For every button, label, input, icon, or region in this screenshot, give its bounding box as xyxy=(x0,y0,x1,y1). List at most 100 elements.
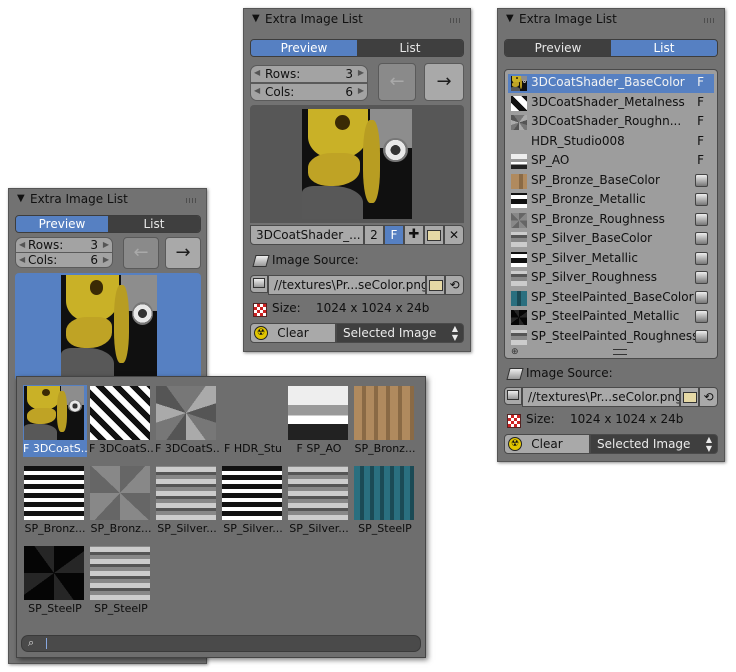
image-picker-item[interactable]: SP_Bronz... xyxy=(89,465,153,537)
pack-icon[interactable] xyxy=(695,310,708,323)
image-picker-item[interactable]: F HDR_Stu xyxy=(221,385,285,457)
list-item[interactable]: HDR_Studio008 F xyxy=(508,133,714,152)
list-item[interactable]: SP_SteelPainted_BaseColor xyxy=(508,289,714,308)
image-picker-item[interactable]: SP_Bronz... xyxy=(353,385,417,457)
selected-image-dropdown[interactable]: Selected Image ▲ ▼ xyxy=(336,323,464,343)
image-picker-item[interactable]: SP_Silver... xyxy=(221,465,285,537)
increment-icon[interactable]: ▶ xyxy=(358,84,364,98)
browse-file-button[interactable] xyxy=(680,387,699,407)
drag-grip-icon[interactable] xyxy=(186,198,198,203)
preview-image[interactable] xyxy=(61,275,157,379)
pack-icon[interactable] xyxy=(695,232,708,245)
drag-grip-icon[interactable] xyxy=(450,18,462,23)
image-picker-item[interactable]: SP_Bronz... xyxy=(23,465,87,537)
pack-icon[interactable] xyxy=(695,251,708,265)
image-name-field[interactable]: 3DCoatShader_... xyxy=(250,225,364,245)
panel-header[interactable]: ▼ Extra Image List xyxy=(498,9,724,31)
list-item[interactable]: SP_Bronze_Metallic xyxy=(508,191,714,210)
image-path-field[interactable]: //textures\Pr...seColor.png xyxy=(522,387,680,407)
clear-button[interactable]: ☢ Clear xyxy=(504,434,590,454)
source-type-button[interactable] xyxy=(250,275,268,293)
list-item[interactable]: SP_Bronze_Roughness xyxy=(508,211,714,230)
panel-header[interactable]: ▼ Extra Image List xyxy=(244,9,470,31)
increment-icon[interactable]: ▶ xyxy=(103,253,109,267)
list-item[interactable]: SP_Silver_BaseColor xyxy=(508,230,714,249)
list-item[interactable]: SP_Silver_Roughness xyxy=(508,269,714,288)
tab-preview[interactable]: Preview xyxy=(505,40,611,56)
image-picker-item[interactable]: F SP_AO xyxy=(287,385,351,457)
increment-icon[interactable]: ▶ xyxy=(358,66,364,80)
collapse-triangle-icon[interactable]: ▼ xyxy=(252,13,260,24)
image-picker-item[interactable]: SP_SteelP xyxy=(89,545,153,617)
list-item[interactable]: SP_Silver_Metallic xyxy=(508,250,714,269)
list-item[interactable]: 3DCoatShader_Metalness F xyxy=(508,94,714,113)
panel-header[interactable]: ▼ Extra Image List xyxy=(9,189,206,211)
browse-file-button[interactable] xyxy=(426,275,445,295)
image-picker-item[interactable]: F 3DCoatS... xyxy=(155,385,219,457)
rows-field[interactable]: ◀ Rows: 3 ▶ xyxy=(15,237,113,253)
pack-icon[interactable] xyxy=(695,193,708,206)
collapse-triangle-icon[interactable]: ▼ xyxy=(506,13,514,24)
fake-user-button[interactable]: F xyxy=(384,225,404,245)
image-picker-item[interactable]: F 3DCoatS... xyxy=(23,385,87,457)
tab-list[interactable]: List xyxy=(611,40,717,56)
image-picker-item[interactable]: SP_Silver... xyxy=(155,465,219,537)
prev-page-button[interactable]: ← xyxy=(378,63,416,101)
increment-icon[interactable]: ▶ xyxy=(103,238,109,252)
image-picker-item[interactable]: SP_SteelP xyxy=(353,465,417,537)
decrement-icon[interactable]: ◀ xyxy=(19,238,25,252)
list-item[interactable]: SP_SteelPainted_Roughness xyxy=(508,328,714,347)
image-source-label: Image Source: xyxy=(272,253,359,267)
decrement-icon[interactable]: ◀ xyxy=(19,253,25,267)
reload-button[interactable]: ⟲ xyxy=(699,387,718,407)
image-thumbnail xyxy=(90,386,150,440)
image-picker-label: F 3DCoatS... xyxy=(23,442,87,455)
next-page-button[interactable]: → xyxy=(165,237,201,269)
filter-options-icon[interactable]: ⊕ xyxy=(511,347,519,357)
drag-grip-icon[interactable] xyxy=(704,18,716,23)
fake-user-flag[interactable]: F xyxy=(697,75,704,89)
collapse-triangle-icon[interactable]: ▼ xyxy=(17,193,25,204)
next-page-button[interactable]: → xyxy=(424,63,464,101)
cols-field[interactable]: ◀ Cols: 6 ▶ xyxy=(250,83,368,101)
clear-button[interactable]: ☢ Clear xyxy=(250,323,336,343)
prev-page-button[interactable]: ← xyxy=(123,237,159,269)
list-item[interactable]: 3DCoatShader_BaseColor F xyxy=(508,74,714,93)
search-input[interactable]: ⌕ xyxy=(21,635,421,652)
list-item[interactable]: 3DCoatShader_Roughn... F xyxy=(508,113,714,132)
fake-user-flag[interactable]: F xyxy=(697,95,704,109)
fake-user-flag[interactable]: F xyxy=(697,114,704,128)
unlink-button[interactable]: ✕ xyxy=(444,225,464,245)
tab-preview[interactable]: Preview xyxy=(251,40,357,56)
fake-user-flag[interactable]: F xyxy=(697,153,704,167)
list-item[interactable]: SP_AO F xyxy=(508,152,714,171)
source-type-button[interactable] xyxy=(504,387,522,405)
fake-user-flag[interactable]: F xyxy=(697,134,704,148)
image-picker-item[interactable]: SP_Silver... xyxy=(287,465,351,537)
open-image-button[interactable] xyxy=(424,225,444,245)
list-item[interactable]: SP_SteelPainted_Metallic xyxy=(508,308,714,327)
user-count-button[interactable]: 2 xyxy=(364,225,384,245)
selected-image-dropdown[interactable]: Selected Image ▲ ▼ xyxy=(590,434,718,454)
new-image-button[interactable]: ✚ xyxy=(404,225,424,245)
resize-handle-icon[interactable] xyxy=(613,349,627,355)
pack-icon[interactable] xyxy=(695,173,708,187)
reload-button[interactable]: ⟲ xyxy=(445,275,464,295)
decrement-icon[interactable]: ◀ xyxy=(254,84,260,98)
pack-icon[interactable] xyxy=(695,290,708,304)
decrement-icon[interactable]: ◀ xyxy=(254,66,260,80)
tab-list[interactable]: List xyxy=(108,216,200,232)
image-picker-item[interactable]: SP_SteelP xyxy=(23,545,87,617)
list-item[interactable]: SP_Bronze_BaseColor xyxy=(508,172,714,191)
pack-icon[interactable] xyxy=(695,212,708,226)
tab-preview[interactable]: Preview xyxy=(16,216,108,232)
image-picker-item[interactable]: F 3DCoatS... xyxy=(89,385,153,457)
tab-list[interactable]: List xyxy=(357,40,463,56)
image-picker-label: F 3DCoatS... xyxy=(89,442,153,455)
rows-field[interactable]: ◀ Rows: 3 ▶ xyxy=(250,65,368,83)
preview-image[interactable] xyxy=(302,109,412,219)
pack-icon[interactable] xyxy=(695,329,708,343)
image-path-field[interactable]: //textures\Pr...seColor.png xyxy=(268,275,426,295)
pack-icon[interactable] xyxy=(695,271,708,284)
cols-field[interactable]: ◀ Cols: 6 ▶ xyxy=(15,252,113,268)
